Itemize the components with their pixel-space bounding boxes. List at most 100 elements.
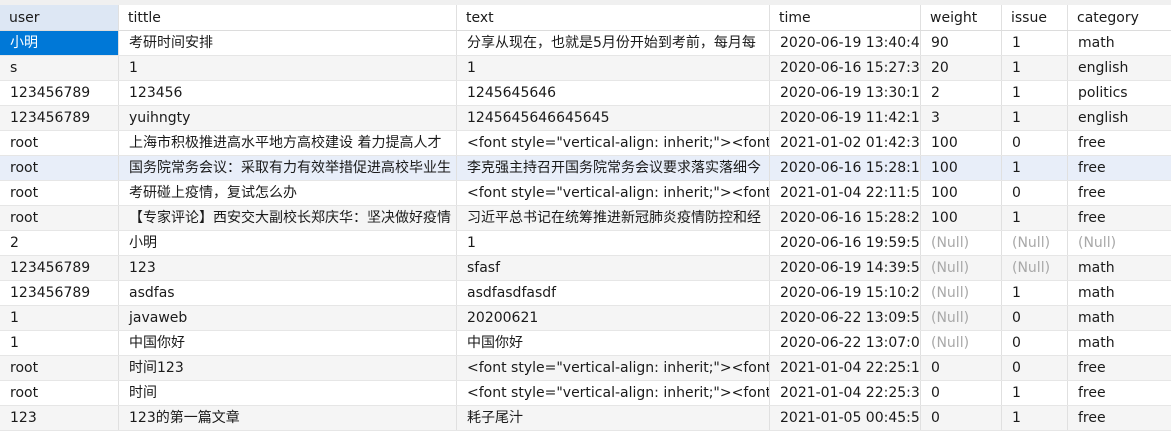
cell-tittle[interactable]: 1 <box>119 56 457 80</box>
cell-weight[interactable]: 90 <box>921 31 1002 55</box>
cell-user[interactable]: root <box>0 206 119 230</box>
cell-text[interactable]: 1245645646 <box>457 81 770 105</box>
cell-issue[interactable]: 1 <box>1002 156 1068 180</box>
cell-category[interactable]: math <box>1068 31 1171 55</box>
table-row[interactable]: root 上海市积极推进高水平地方高校建设 着力提高人才 <font style="… <box>0 131 1171 156</box>
cell-issue[interactable]: (Null) <box>1002 256 1068 280</box>
cell-tittle[interactable]: 【专家评论】西安交大副校长郑庆华：坚决做好疫情 <box>119 206 457 230</box>
cell-time[interactable]: 2020-06-16 15:27:37 <box>770 56 921 80</box>
table-row[interactable]: 1 中国你好 中国你好 2020-06-22 13:07:00 (Null) 0 math <box>0 331 1171 356</box>
cell-weight[interactable]: 100 <box>921 131 1002 155</box>
cell-user[interactable]: root <box>0 156 119 180</box>
cell-category[interactable]: math <box>1068 281 1171 305</box>
column-header-issue[interactable]: issue <box>1002 5 1068 30</box>
cell-weight[interactable]: (Null) <box>921 256 1002 280</box>
cell-issue[interactable]: 0 <box>1002 181 1068 205</box>
cell-text[interactable]: asdfasdfasdf <box>457 281 770 305</box>
cell-issue[interactable]: 1 <box>1002 206 1068 230</box>
cell-time[interactable]: 2020-06-16 15:28:23 <box>770 206 921 230</box>
cell-time[interactable]: 2021-01-05 00:45:50 <box>770 406 921 430</box>
table-row[interactable]: 123456789 123 sfasf 2020-06-19 14:39:51 (Nul… <box>0 256 1171 281</box>
cell-weight[interactable]: 0 <box>921 381 1002 405</box>
cell-time[interactable]: 2020-06-19 13:40:47 <box>770 31 921 55</box>
column-header-category[interactable]: category <box>1068 5 1171 30</box>
cell-text[interactable]: 1245645646645645 <box>457 106 770 130</box>
cell-weight[interactable]: 100 <box>921 156 1002 180</box>
cell-text[interactable]: 习近平总书记在统筹推进新冠肺炎疫情防控和经 <box>457 206 770 230</box>
cell-category[interactable]: math <box>1068 256 1171 280</box>
cell-issue[interactable]: 1 <box>1002 31 1068 55</box>
cell-tittle[interactable]: yuihngty <box>119 106 457 130</box>
cell-category[interactable]: math <box>1068 331 1171 355</box>
table-row[interactable]: 123456789 123456 1245645646 2020-06-19 13:3… <box>0 81 1171 106</box>
table-row[interactable]: 123456789 yuihngty 1245645646645645 2020-06… <box>0 106 1171 131</box>
cell-tittle[interactable]: 小明 <box>119 231 457 255</box>
cell-issue[interactable]: 1 <box>1002 81 1068 105</box>
cell-weight[interactable]: (Null) <box>921 231 1002 255</box>
cell-tittle[interactable]: 123的第一篇文章 <box>119 406 457 430</box>
cell-text[interactable]: <font style="vertical-align: inherit;"><… <box>457 131 770 155</box>
table-row[interactable]: root 考研碰上疫情，复试怎么办 <font style="vertical-al… <box>0 181 1171 206</box>
column-header-time[interactable]: time <box>770 5 921 30</box>
cell-time[interactable]: 2020-06-16 19:59:50 <box>770 231 921 255</box>
cell-time[interactable]: 2021-01-04 22:25:36 <box>770 381 921 405</box>
cell-weight[interactable]: (Null) <box>921 331 1002 355</box>
cell-issue[interactable]: 0 <box>1002 331 1068 355</box>
cell-issue[interactable]: 0 <box>1002 356 1068 380</box>
cell-time[interactable]: 2020-06-19 13:30:14 <box>770 81 921 105</box>
cell-user[interactable]: root <box>0 381 119 405</box>
table-row[interactable]: s 1 1 2020-06-16 15:27:37 20 1 english <box>0 56 1171 81</box>
cell-user[interactable]: root <box>0 356 119 380</box>
cell-tittle[interactable]: 123456 <box>119 81 457 105</box>
cell-category[interactable]: free <box>1068 181 1171 205</box>
cell-issue[interactable]: 1 <box>1002 106 1068 130</box>
table-row[interactable]: 1 javaweb 20200621 2020-06-22 13:09:59 (Null… <box>0 306 1171 331</box>
cell-text[interactable]: <font style="vertical-align: inherit;"><… <box>457 356 770 380</box>
cell-user[interactable]: root <box>0 181 119 205</box>
cell-issue[interactable]: 0 <box>1002 306 1068 330</box>
cell-time[interactable]: 2021-01-04 22:11:57 <box>770 181 921 205</box>
cell-category[interactable]: (Null) <box>1068 231 1171 255</box>
cell-weight[interactable]: 20 <box>921 56 1002 80</box>
cell-category[interactable]: free <box>1068 156 1171 180</box>
cell-user[interactable]: 2 <box>0 231 119 255</box>
cell-user[interactable]: root <box>0 131 119 155</box>
table-row[interactable]: root 国务院常务会议：采取有力有效举措促进高校毕业生 李克强主持召开国务院常务会… <box>0 156 1171 181</box>
cell-tittle[interactable]: 国务院常务会议：采取有力有效举措促进高校毕业生 <box>119 156 457 180</box>
table-row[interactable]: root 时间 <font style="vertical-align: inher… <box>0 381 1171 406</box>
cell-time[interactable]: 2021-01-02 01:42:36 <box>770 131 921 155</box>
cell-category[interactable]: free <box>1068 381 1171 405</box>
cell-text[interactable]: <font style="vertical-align: inherit;"><… <box>457 181 770 205</box>
cell-weight[interactable]: 100 <box>921 206 1002 230</box>
cell-time[interactable]: 2020-06-19 14:39:51 <box>770 256 921 280</box>
cell-time[interactable]: 2021-01-04 22:25:12 <box>770 356 921 380</box>
column-header-tittle[interactable]: tittle <box>119 5 457 30</box>
table-row[interactable]: root 【专家评论】西安交大副校长郑庆华：坚决做好疫情 习近平总书记在统筹推进新冠… <box>0 206 1171 231</box>
cell-weight[interactable]: 2 <box>921 81 1002 105</box>
cell-category[interactable]: english <box>1068 56 1171 80</box>
cell-weight[interactable]: (Null) <box>921 306 1002 330</box>
cell-category[interactable]: politics <box>1068 81 1171 105</box>
cell-category[interactable]: free <box>1068 131 1171 155</box>
cell-text[interactable]: <font style="vertical-align: inherit;"><… <box>457 381 770 405</box>
cell-time[interactable]: 2020-06-22 13:07:00 <box>770 331 921 355</box>
cell-category[interactable]: free <box>1068 206 1171 230</box>
table-row[interactable]: 123456789 asdfas asdfasdfasdf 2020-06-19 15… <box>0 281 1171 306</box>
cell-text[interactable]: 分享从现在，也就是5月份开始到考前，每月每 <box>457 31 770 55</box>
data-grid[interactable]: user tittle text time weight issue categ… <box>0 0 1171 441</box>
cell-category[interactable]: free <box>1068 356 1171 380</box>
table-row[interactable]: 小明 考研时间安排 分享从现在，也就是5月份开始到考前，每月每 2020-06-19 … <box>0 31 1171 56</box>
cell-tittle[interactable]: 上海市积极推进高水平地方高校建设 着力提高人才 <box>119 131 457 155</box>
cell-user[interactable]: 123 <box>0 406 119 430</box>
cell-user[interactable]: 123456789 <box>0 256 119 280</box>
cell-weight[interactable]: 3 <box>921 106 1002 130</box>
cell-text[interactable]: 中国你好 <box>457 331 770 355</box>
table-row[interactable]: 2 小明 1 2020-06-16 19:59:50 (Null) (Null) (Null… <box>0 231 1171 256</box>
cell-user[interactable]: 123456789 <box>0 281 119 305</box>
cell-text[interactable]: 1 <box>457 56 770 80</box>
cell-weight[interactable]: 100 <box>921 181 1002 205</box>
cell-tittle[interactable]: 考研碰上疫情，复试怎么办 <box>119 181 457 205</box>
table-row[interactable]: 123 123的第一篇文章 耗子尾汁 2021-01-05 00:45:50 0 1 fre… <box>0 406 1171 431</box>
cell-text[interactable]: 李克强主持召开国务院常务会议要求落实落细今 <box>457 156 770 180</box>
column-header-text[interactable]: text <box>457 5 770 30</box>
